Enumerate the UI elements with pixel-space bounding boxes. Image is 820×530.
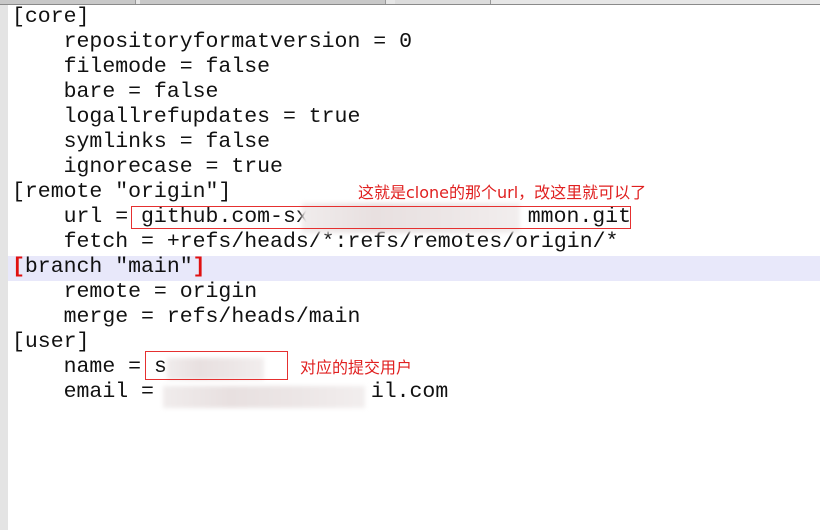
tab[interactable] <box>140 0 386 4</box>
name-highlight-box <box>145 351 288 380</box>
url-key: url = <box>12 205 142 229</box>
code-line: logallrefupdates = true <box>12 105 361 129</box>
email-key: email = <box>12 380 167 404</box>
branch-header: branch "main" <box>24 255 193 279</box>
code-line: [user] <box>12 330 90 354</box>
url-highlight-box <box>131 206 631 229</box>
code-line: ignorecase = true <box>12 155 283 179</box>
code-line: filemode = false <box>12 55 271 79</box>
bracket-match: ] <box>192 255 206 279</box>
editor-gutter <box>0 5 8 530</box>
code-line: bare = false <box>12 80 219 104</box>
url-annotation: 这就是clone的那个url，改这里就可以了 <box>358 183 647 202</box>
name-annotation: 对应的提交用户 <box>300 358 413 377</box>
code-line: symlinks = false <box>12 130 271 154</box>
email-value-end: il.com <box>370 380 449 404</box>
tab[interactable] <box>0 0 136 4</box>
code-line-name: name = s <box>12 355 167 380</box>
redaction-blur <box>163 386 365 408</box>
code-line: repositoryformatversion = 0 <box>12 30 412 54</box>
code-line: merge = refs/heads/main <box>12 305 361 329</box>
name-key: name = <box>12 355 154 379</box>
code-line: [core] <box>12 5 90 29</box>
code-line: remote = origin <box>12 280 258 304</box>
code-line: fetch = +refs/heads/*:refs/remotes/origi… <box>12 230 619 254</box>
code-line: [remote "origin"] <box>12 180 232 204</box>
tab-strip <box>0 0 820 5</box>
code-line-branch: [branch "main"] <box>12 255 206 280</box>
bracket-match: [ <box>12 255 25 279</box>
tab[interactable] <box>395 0 491 4</box>
